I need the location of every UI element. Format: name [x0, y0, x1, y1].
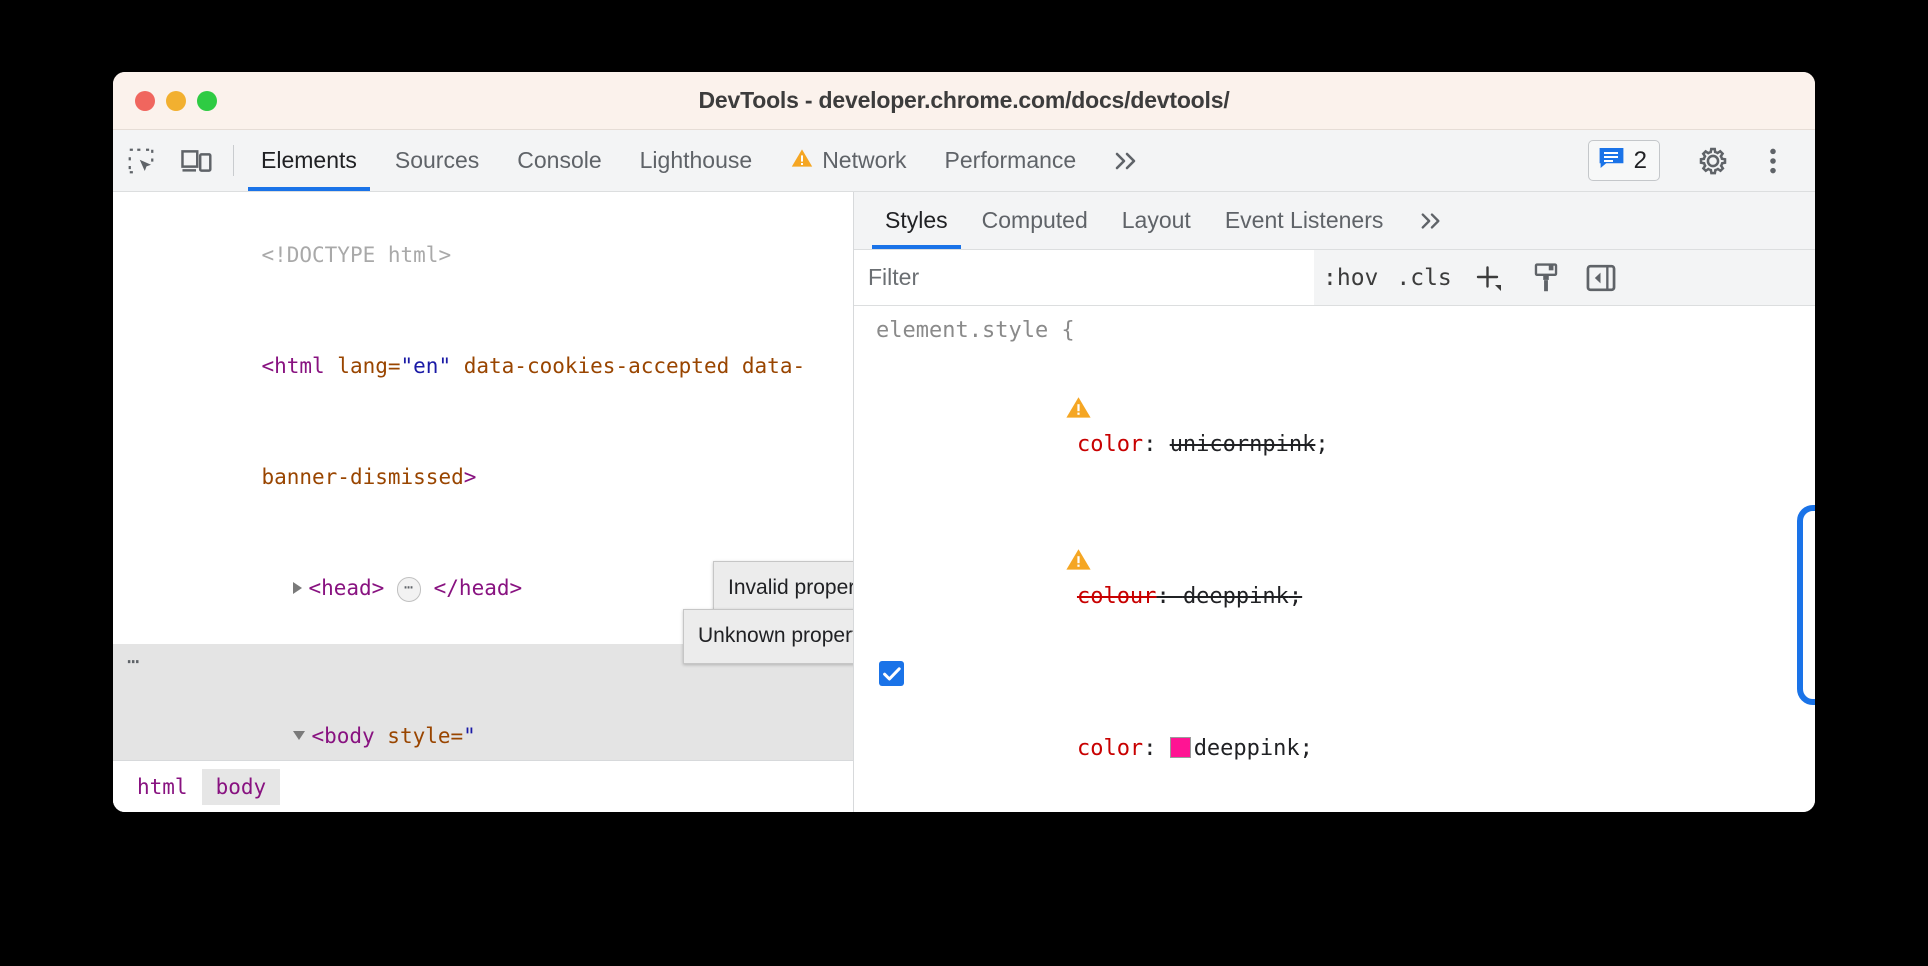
toolbar-right-group: 2 [1588, 130, 1815, 191]
device-toolbar-icon[interactable] [169, 130, 225, 191]
dom-line-html-cont: banner-dismissed> [113, 422, 853, 533]
styles-filter-input[interactable] [854, 250, 1314, 305]
tab-network[interactable]: Network [771, 130, 925, 191]
body-style-attr: style= [375, 724, 464, 748]
styles-more-tabs-button[interactable] [1400, 192, 1462, 249]
issues-message-icon [1598, 146, 1625, 175]
html-close-bracket: > [464, 465, 477, 489]
declaration-value[interactable]: deeppink [1194, 736, 1300, 761]
declaration-semicolon: ; [1289, 584, 1302, 609]
devtools-toolbar: Elements Sources Console Lighthouse Netw… [113, 130, 1815, 192]
declaration-semicolon: ; [1300, 736, 1313, 761]
issues-button[interactable]: 2 [1588, 140, 1660, 181]
tab-layout[interactable]: Layout [1105, 192, 1208, 249]
tab-label: Sources [395, 147, 479, 174]
tab-label: Layout [1122, 207, 1191, 234]
tab-lighthouse[interactable]: Lighthouse [621, 130, 772, 191]
rule-closing-brace: } [876, 806, 1799, 812]
doctype-text: <!DOCTYPE html> [261, 243, 451, 267]
tab-sources[interactable]: Sources [376, 130, 498, 191]
body-style-quote: " [463, 724, 476, 748]
tab-label: Computed [982, 207, 1088, 234]
node-badge-dots-icon[interactable]: ⋯ [127, 655, 141, 667]
issues-count: 2 [1634, 147, 1647, 175]
elements-dom-pane: <!DOCTYPE html> <html lang="en" data-coo… [113, 192, 854, 812]
tab-event-listeners[interactable]: Event Listeners [1208, 192, 1401, 249]
tab-label: Event Listeners [1225, 207, 1384, 234]
css-rules-list[interactable]: element.style { color: unicornpink; [854, 306, 1815, 812]
selector-text: element.style { [876, 318, 1075, 343]
rule-selector: element.style { [876, 312, 1799, 350]
collapsed-children-icon[interactable]: ⋯ [397, 577, 421, 602]
tab-console[interactable]: Console [498, 130, 620, 191]
tab-performance[interactable]: Performance [926, 130, 1096, 191]
dom-line-doctype: <!DOCTYPE html> [113, 200, 853, 311]
breadcrumb-item-body[interactable]: body [202, 769, 281, 805]
html-attr-lang: lang= [325, 354, 401, 378]
warning-triangle-icon [790, 147, 814, 175]
tab-label: Lighthouse [640, 147, 753, 174]
declaration-colour-deeppink[interactable]: colour: deeppink; [876, 502, 1799, 654]
tab-label: Elements [261, 147, 357, 174]
toggle-sidebar-icon[interactable] [1573, 262, 1629, 294]
gear-icon[interactable] [1685, 145, 1741, 177]
tab-label: Performance [945, 147, 1077, 174]
more-tabs-button[interactable] [1095, 130, 1157, 191]
more-vertical-icon[interactable] [1745, 145, 1801, 177]
styles-pane-tabs: Styles Computed Layout Event Listeners [854, 192, 1815, 250]
html-attr-banner: data- [729, 354, 805, 378]
breadcrumb-item-html[interactable]: html [123, 769, 202, 805]
collapse-arrow-body-icon[interactable] [293, 731, 305, 740]
declaration-value[interactable]: unicornpink [1170, 432, 1316, 457]
devtools-window: DevTools - developer.chrome.com/docs/dev… [113, 72, 1815, 812]
head-close-tag: </head> [434, 576, 523, 600]
dom-line-html[interactable]: <html lang="en" data-cookies-accepted da… [113, 311, 853, 422]
styles-pane: Styles Computed Layout Event Listeners [854, 192, 1815, 812]
tab-label: Network [822, 147, 906, 174]
tab-label: Styles [885, 207, 948, 234]
html-attr-lang-value: "en" [401, 354, 452, 378]
tab-elements[interactable]: Elements [242, 130, 376, 191]
rule-element-style[interactable]: element.style { color: unicornpink; [854, 312, 1815, 812]
tab-styles[interactable]: Styles [868, 192, 965, 249]
toolbar-divider [233, 145, 234, 176]
warning-triangle-icon [880, 357, 1092, 471]
tooltip-invalid-property-value: Invalid property value [713, 561, 853, 616]
declaration-property[interactable]: color [1077, 736, 1143, 761]
cls-button[interactable]: .cls [1387, 265, 1460, 291]
paintbrush-icon[interactable] [1519, 262, 1573, 294]
tooltip-unknown-property-name: Unknown property name [683, 609, 853, 664]
hov-button[interactable]: :hov [1314, 265, 1387, 291]
declaration-color-unicornpink[interactable]: color: unicornpink; [876, 350, 1799, 502]
html-attr-banner-cont: banner-dismissed [261, 465, 463, 489]
color-swatch[interactable] [1170, 737, 1191, 758]
inspect-element-icon[interactable] [113, 130, 169, 191]
html-attr-cookies: data-cookies-accepted [451, 354, 729, 378]
plus-icon[interactable] [1461, 263, 1519, 293]
breadcrumb: html body [113, 760, 853, 812]
declaration-value[interactable]: deeppink [1183, 584, 1289, 609]
checkbox-checked-icon[interactable] [879, 661, 904, 686]
tab-computed[interactable]: Computed [965, 192, 1105, 249]
window-title: DevTools - developer.chrome.com/docs/dev… [113, 87, 1815, 114]
warning-triangle-icon [880, 509, 1092, 623]
devtools-main: <!DOCTYPE html> <html lang="en" data-coo… [113, 192, 1815, 812]
body-open-tag: <body [311, 724, 374, 748]
html-tag: <html [261, 354, 324, 378]
expand-arrow-head-icon[interactable] [293, 582, 302, 594]
head-open-tag: <head> [308, 576, 384, 600]
dom-tree[interactable]: <!DOCTYPE html> <html lang="en" data-coo… [113, 192, 853, 760]
declaration-semicolon: ; [1315, 432, 1328, 457]
styles-filter-toolbar: :hov .cls [854, 250, 1815, 306]
declaration-color-deeppink-active[interactable]: color: deeppink; [876, 654, 1799, 806]
window-titlebar: DevTools - developer.chrome.com/docs/dev… [113, 72, 1815, 130]
tab-label: Console [517, 147, 601, 174]
